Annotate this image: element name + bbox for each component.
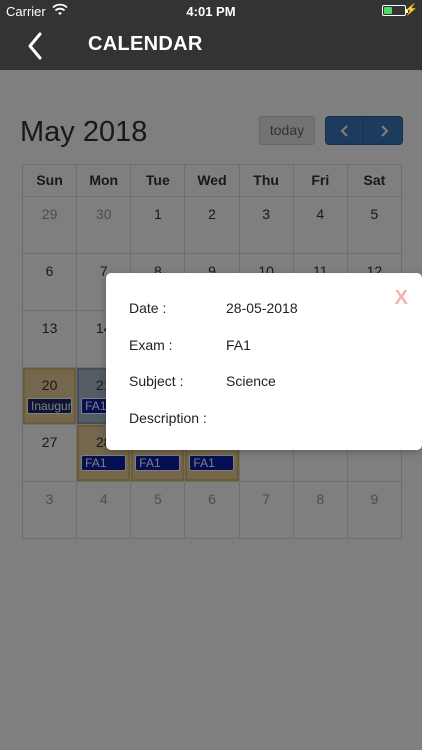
charging-icon: ⚡ — [404, 4, 418, 16]
clock: 4:01 PM — [186, 4, 236, 19]
exam-label: Exam : — [129, 337, 173, 353]
description-label: Description : — [129, 410, 207, 426]
subject-value: Science — [226, 373, 276, 389]
subject-label: Subject : — [129, 373, 184, 389]
close-button[interactable]: X — [395, 287, 408, 310]
page-title: CALENDAR — [88, 33, 203, 55]
date-label: Date : — [129, 300, 167, 316]
battery-icon — [382, 5, 408, 16]
nav-bar: CALENDAR — [0, 22, 422, 70]
back-chevron-icon[interactable] — [22, 28, 50, 64]
date-value: 28-05-2018 — [226, 300, 298, 316]
event-details-modal: X Date : 28-05-2018 Exam : FA1 Subject :… — [106, 273, 422, 450]
status-bar: Carrier 4:01 PM ⚡ — [0, 0, 422, 22]
battery-fill — [384, 7, 392, 14]
exam-value: FA1 — [226, 337, 251, 353]
